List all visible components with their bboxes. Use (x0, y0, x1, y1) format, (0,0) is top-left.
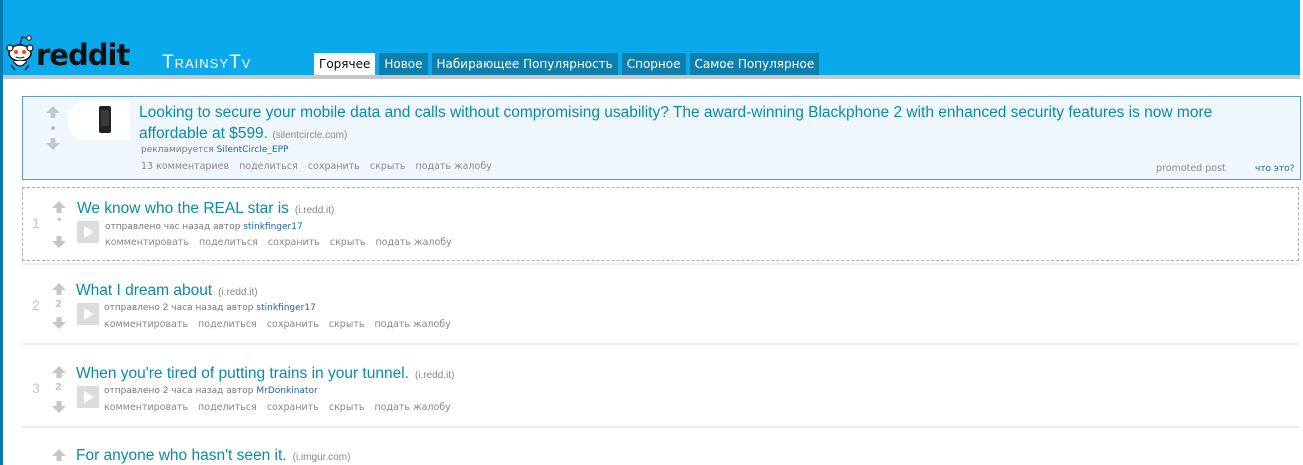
promoted-post: Looking to secure your mobile data and c… (22, 96, 1301, 180)
upvote-arrow-icon[interactable] (45, 105, 61, 119)
share-link[interactable]: поделиться (198, 319, 257, 330)
post-domain[interactable]: (i.redd.it) (295, 205, 334, 216)
subreddit-title[interactable]: TrainsyTv (162, 52, 251, 74)
post-score: 2 (55, 382, 62, 393)
post-score: 2 (55, 299, 62, 310)
promo-sponsor-line: рекламируется SilentCircle_EPP (141, 145, 288, 155)
hide-link[interactable]: скрыть (330, 237, 366, 248)
post-actions: комментировать поделиться сохранить скры… (104, 319, 451, 330)
post-actions: комментировать поделиться сохранить скры… (104, 402, 451, 413)
self-thumbnail-icon[interactable] (77, 303, 99, 325)
report-link[interactable]: подать жалобу (375, 237, 451, 248)
post-title[interactable]: When you're tired of putting trains in y… (76, 365, 454, 383)
post-domain[interactable]: (i.imgur.com) (293, 452, 351, 463)
post-domain[interactable]: (i.redd.it) (415, 370, 454, 381)
post-title-text[interactable]: For anyone who hasn't seen it. (76, 447, 287, 464)
post-score: • (56, 215, 63, 226)
tab-hot[interactable]: Горячее (314, 53, 376, 75)
report-link[interactable]: подать жалобу (374, 402, 450, 413)
tagline-prefix: отправлено 2 часа назад автор (104, 303, 254, 313)
post-title[interactable]: We know who the REAL star is (i.redd.it) (77, 200, 334, 218)
post-actions: комментировать поделиться сохранить скры… (105, 237, 452, 248)
comments-link[interactable]: 13 комментариев (141, 161, 229, 172)
save-link[interactable]: сохранить (268, 237, 320, 248)
post-rank: 1 (32, 215, 40, 231)
post-tagline: отправлено 2 часа назад автор MrDonkinat… (104, 386, 318, 396)
hide-link[interactable]: скрыть (370, 161, 406, 172)
share-link[interactable]: поделиться (198, 402, 257, 413)
hide-link[interactable]: скрыть (329, 402, 365, 413)
promo-domain[interactable]: (silentcircle.com) (272, 130, 347, 141)
upvote-arrow-icon[interactable] (51, 282, 67, 296)
post-domain[interactable]: (i.redd.it) (218, 287, 257, 298)
author-link[interactable]: MrDonkinator (256, 386, 317, 396)
tab-top[interactable]: Самое Популярное (689, 53, 820, 75)
post-divider (22, 343, 1299, 345)
post-title[interactable]: For anyone who hasn't seen it. (i.imgur.c… (76, 447, 350, 465)
report-link[interactable]: подать жалобу (374, 319, 450, 330)
self-thumbnail-icon[interactable] (77, 386, 99, 408)
tab-rising[interactable]: Набирающее Популярность (431, 53, 618, 75)
tab-controversial[interactable]: Спорное (621, 53, 686, 75)
post-divider (22, 263, 1299, 265)
share-link[interactable]: поделиться (239, 161, 298, 172)
post-title-text[interactable]: When you're tired of putting trains in y… (76, 365, 409, 382)
sort-tabs: Горячее Новое Набирающее Популярность Сп… (314, 53, 820, 75)
sponsor-user-link[interactable]: SilentCircle_EPP (217, 145, 289, 155)
post-title-text[interactable]: What I dream about (76, 282, 212, 299)
post-title-text[interactable]: We know who the REAL star is (77, 200, 289, 217)
comment-link[interactable]: комментировать (104, 402, 188, 413)
tagline-prefix: отправлено 2 часа назад автор (104, 386, 254, 396)
tab-new[interactable]: Новое (379, 53, 428, 75)
save-link[interactable]: сохранить (267, 319, 319, 330)
promoted-post-title[interactable]: Looking to secure your mobile data and c… (139, 102, 1229, 146)
whats-this-link[interactable]: что это? (1255, 164, 1294, 174)
post-tagline: отправлено час назад автор stinkfinger17 (105, 222, 303, 232)
post-rank: 3 (32, 380, 40, 396)
downvote-arrow-icon[interactable] (51, 316, 67, 330)
save-link[interactable]: сохранить (267, 402, 319, 413)
upvote-arrow-icon[interactable] (51, 365, 67, 379)
post-rank: 2 (32, 297, 40, 313)
self-thumbnail-icon[interactable] (77, 221, 99, 243)
comment-link[interactable]: комментировать (105, 237, 189, 248)
downvote-arrow-icon[interactable] (45, 137, 61, 151)
promoted-label: promoted post (1156, 163, 1226, 174)
save-link[interactable]: сохранить (308, 161, 360, 172)
downvote-arrow-icon[interactable] (51, 235, 67, 249)
vote-score-dot (51, 126, 55, 130)
hide-link[interactable]: скрыть (329, 319, 365, 330)
upvote-arrow-icon[interactable] (51, 448, 67, 462)
upvote-arrow-icon[interactable] (51, 200, 67, 214)
promo-actions: 13 комментариев поделиться сохранить скр… (141, 161, 492, 172)
post-divider (22, 426, 1299, 428)
header-divider (3, 75, 1300, 79)
share-link[interactable]: поделиться (199, 237, 258, 248)
report-link[interactable]: подать жалобу (415, 161, 491, 172)
post-title[interactable]: What I dream about (i.redd.it) (76, 282, 258, 300)
post-tagline: отправлено 2 часа назад автор stinkfinge… (104, 303, 316, 313)
comment-link[interactable]: комментировать (104, 319, 188, 330)
tagline-prefix: отправлено час назад автор (105, 222, 241, 232)
downvote-arrow-icon[interactable] (51, 400, 67, 414)
phone-icon (99, 106, 111, 133)
author-link[interactable]: stinkfinger17 (256, 303, 315, 313)
author-link[interactable]: stinkfinger17 (243, 222, 302, 232)
sponsor-prefix: рекламируется (141, 145, 214, 155)
reddit-wordmark[interactable]: reddit (36, 38, 130, 72)
